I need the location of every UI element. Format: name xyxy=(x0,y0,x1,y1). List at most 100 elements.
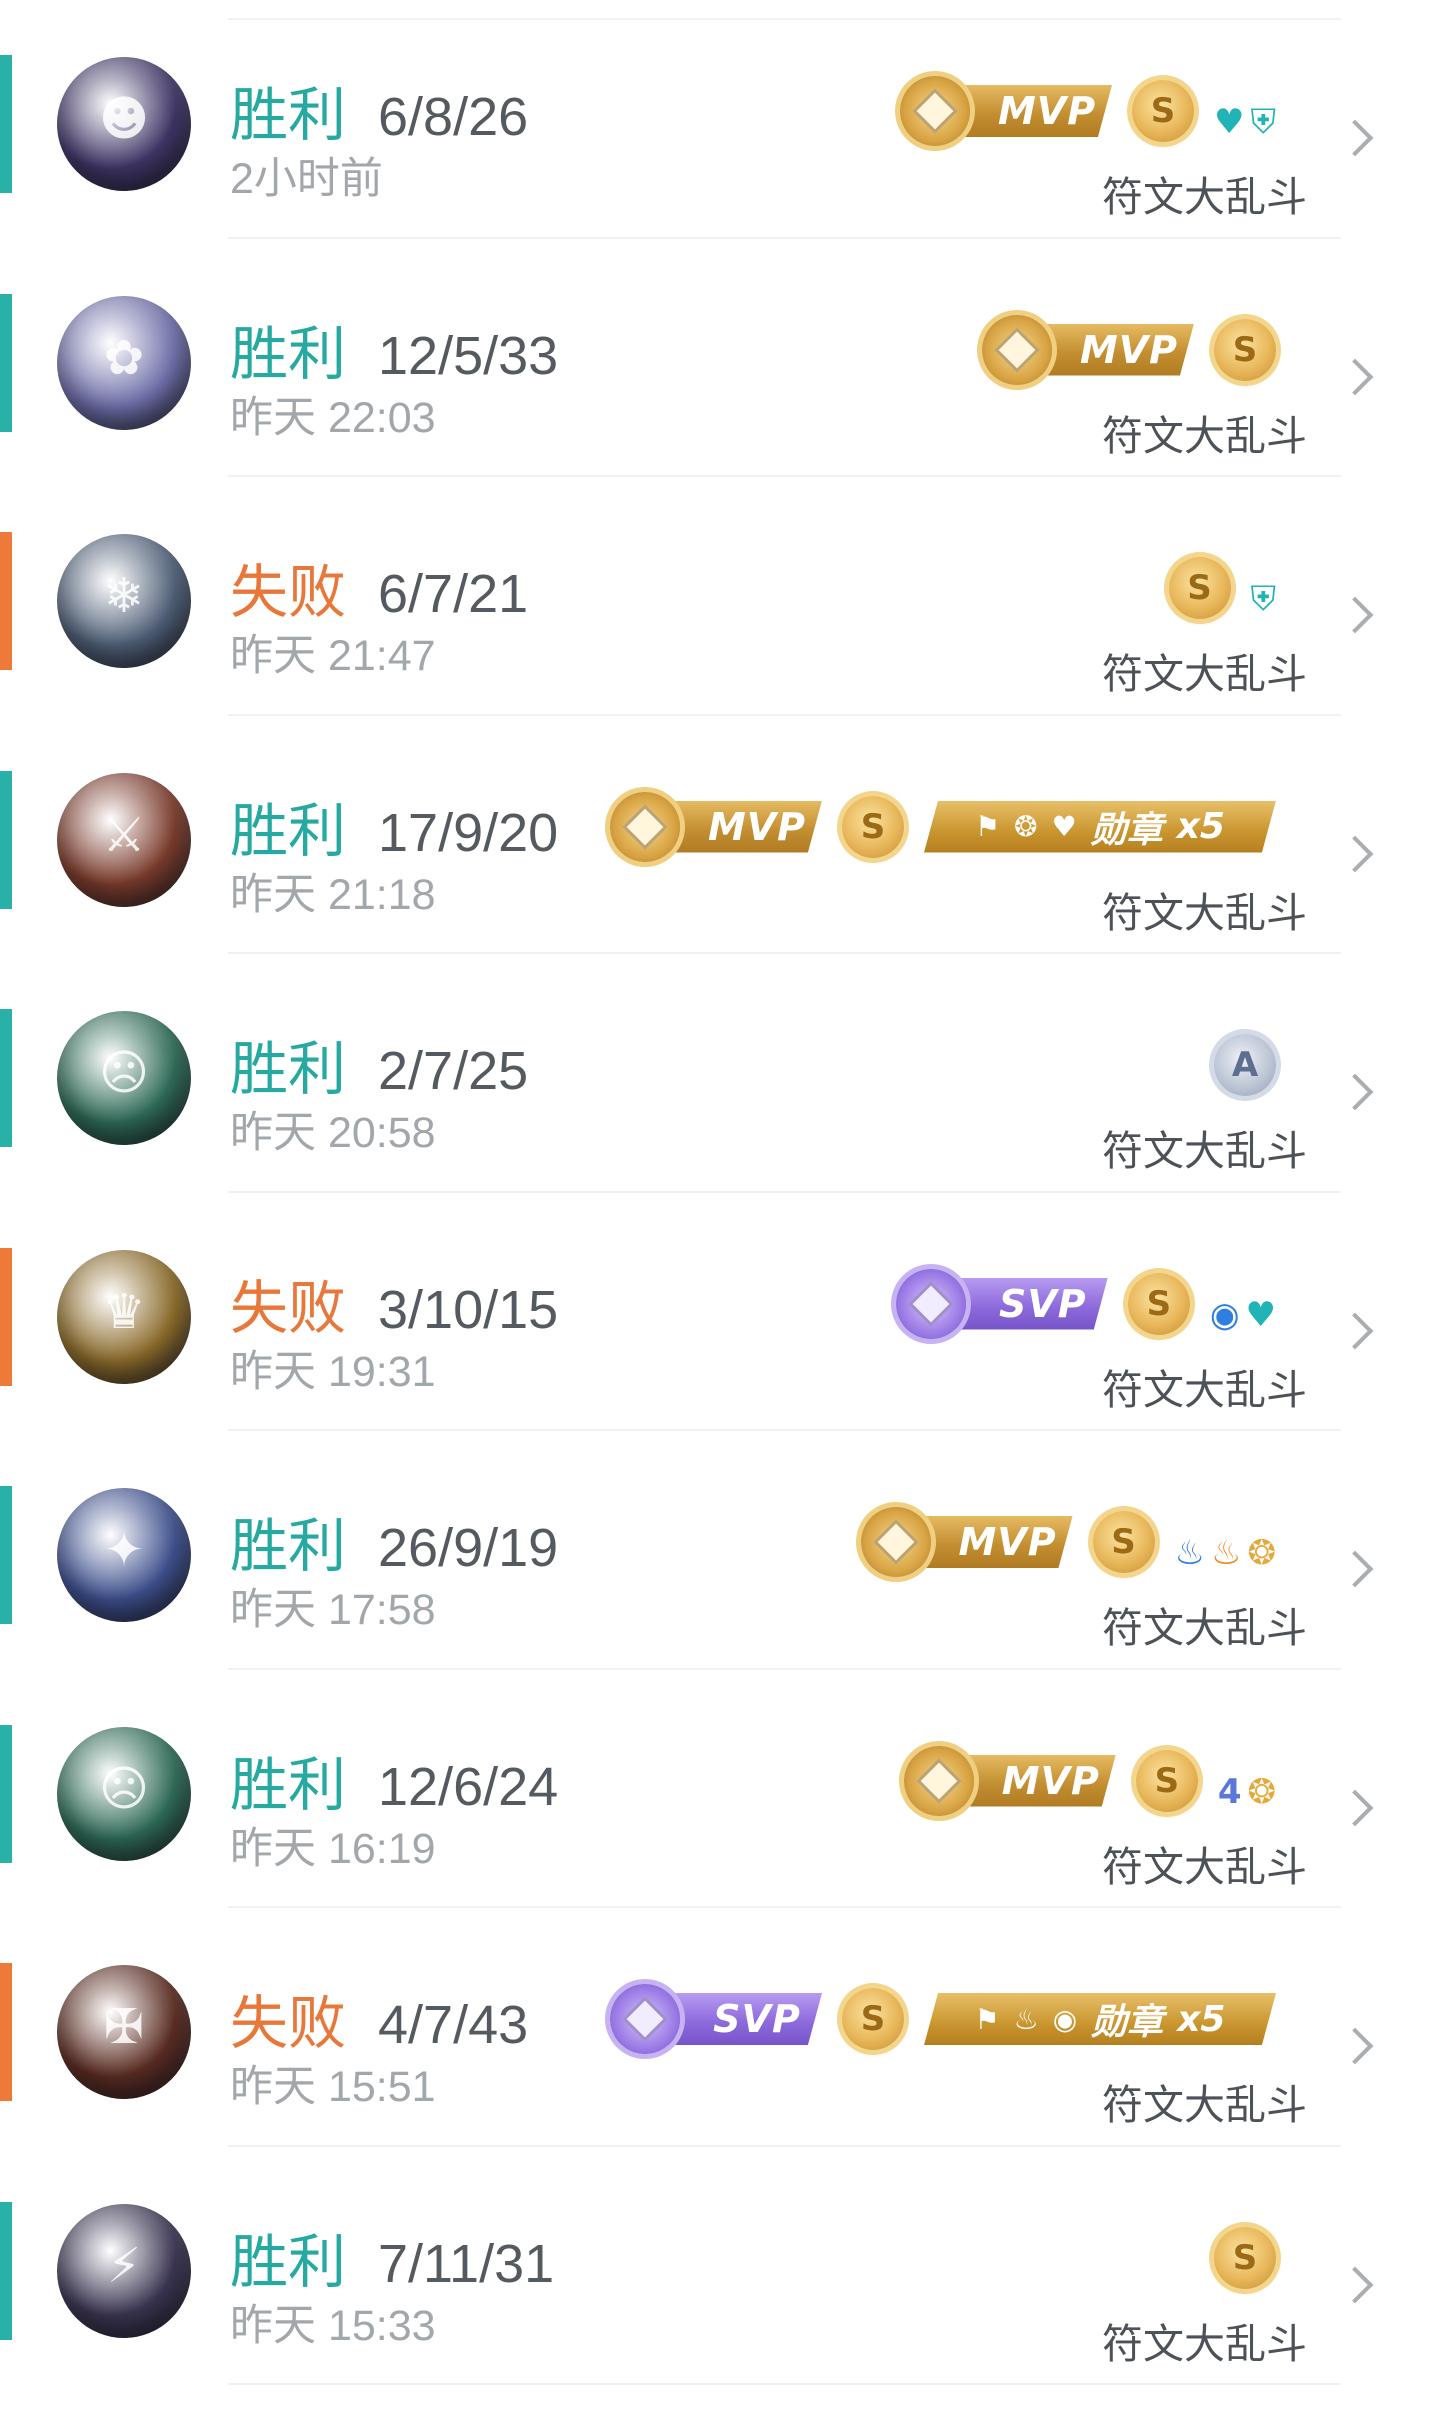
eye-icon: ◉ xyxy=(1052,2002,1078,2036)
match-time: 昨天 20:58 xyxy=(230,1109,436,1157)
svp-emblem-icon xyxy=(895,1268,966,1339)
chevron-right-icon[interactable] xyxy=(1336,2266,1374,2303)
match-result: 失败 xyxy=(230,558,347,626)
gold-coin-icon: S xyxy=(1168,557,1231,619)
gem-icon xyxy=(622,1996,668,2042)
gem-icon xyxy=(916,1757,962,1804)
heart-plus-icon: ♥ xyxy=(1051,810,1077,843)
kda-score: 7/11/31 xyxy=(378,2233,555,2294)
match-time: 昨天 16:19 xyxy=(230,1824,436,1873)
eye-icon: ◉ xyxy=(1209,1294,1240,1335)
gold-coin-icon: S xyxy=(1092,1511,1155,1573)
medal-badge: ⚑ ❂ ♥ 勋章 x5 xyxy=(924,800,1276,853)
champion-avatar[interactable]: ☹ xyxy=(57,1011,191,1145)
game-mode: 符文大乱斗 xyxy=(1102,650,1307,698)
result-indicator-bar xyxy=(0,1724,12,1863)
match-row[interactable]: ☻ 胜利 6/8/26 2小时前 MVP S ♥ ⛨ 符文大乱斗 xyxy=(0,0,1434,239)
champion-avatar[interactable]: ⚡ xyxy=(57,2203,191,2338)
match-result: 胜利 xyxy=(230,2227,347,2296)
mvp-emblem-icon xyxy=(900,76,971,146)
dark-goblin-champion-portrait: ☻ xyxy=(98,91,150,147)
match-row[interactable]: ⚔ 胜利 17/9/20 昨天 21:18 MVP S ⚑ ❂ ♥ 勋章 x5 符文大乱斗 xyxy=(0,716,1434,954)
match-row[interactable]: ⚡ 胜利 7/11/31 昨天 15:33 S 符文大乱斗 xyxy=(0,2147,1434,2385)
row-divider xyxy=(228,2383,1341,2385)
chevron-right-icon[interactable] xyxy=(1336,1073,1374,1111)
svp-emblem-icon xyxy=(610,1984,680,2054)
mvp-emblem-icon xyxy=(982,314,1052,385)
champion-avatar[interactable]: ♛ xyxy=(57,1249,191,1384)
chevron-right-icon[interactable] xyxy=(1336,119,1374,157)
jinx-champion-portrait: ✦ xyxy=(103,1522,145,1578)
kda-score: 6/8/26 xyxy=(378,87,529,147)
match-badges: MVP S xyxy=(982,309,1276,391)
result-indicator-bar xyxy=(0,1009,12,1147)
match-row[interactable]: ✿ 胜利 12/5/33 昨天 22:03 MVP S 符文大乱斗 xyxy=(0,239,1434,477)
chevron-right-icon[interactable] xyxy=(1336,1789,1374,1826)
match-row[interactable]: ☹ 胜利 12/6/24 昨天 16:19 MVP S 4 ❂ 符文大乱斗 xyxy=(0,1670,1434,1908)
shield-icon: ⛨ xyxy=(1250,579,1277,619)
kda-score: 12/5/33 xyxy=(378,325,559,386)
chevron-right-icon[interactable] xyxy=(1336,1312,1374,1349)
coins-icon: ❂ xyxy=(1014,810,1038,843)
coins-icon: ❂ xyxy=(1247,1533,1277,1573)
match-time: 2小时前 xyxy=(230,155,383,203)
gold-coin-icon: S xyxy=(1214,318,1276,381)
match-badges: S xyxy=(1214,2217,1276,2299)
svp-badge: SVP xyxy=(610,1984,822,2054)
match-result: 失败 xyxy=(230,1989,347,2057)
match-time: 昨天 22:03 xyxy=(230,393,436,442)
match-time: 昨天 15:33 xyxy=(230,2301,436,2350)
gem-icon xyxy=(908,1280,954,1327)
heart-plus-icon: ♥ xyxy=(1214,102,1245,142)
shield-icon: ⛨ xyxy=(1250,102,1277,142)
match-row[interactable]: ♛ 失败 3/10/15 昨天 19:31 SVP S ◉ ♥ 符文大乱斗 xyxy=(0,1193,1434,1431)
chevron-right-icon[interactable] xyxy=(1336,596,1374,634)
gem-icon xyxy=(994,326,1040,373)
mvp-emblem-icon xyxy=(610,791,680,862)
champion-avatar[interactable]: ✿ xyxy=(57,295,191,430)
chevron-right-icon[interactable] xyxy=(1336,2027,1374,2065)
medal-count: x5 xyxy=(1176,806,1225,847)
champion-avatar[interactable]: ✠ xyxy=(57,1965,191,2099)
achievement-icons: ♨ ♨ ❂ xyxy=(1175,1533,1276,1573)
result-indicator-bar xyxy=(0,1247,12,1386)
game-mode: 符文大乱斗 xyxy=(1102,1842,1307,1891)
mummy-champion-portrait: ☹ xyxy=(98,1045,150,1101)
match-result: 胜利 xyxy=(230,1750,347,1819)
kda-score: 3/10/15 xyxy=(378,1279,559,1340)
kda-score: 4/7/43 xyxy=(378,1995,529,2055)
chevron-right-icon[interactable] xyxy=(1336,835,1374,872)
chevron-right-icon[interactable] xyxy=(1336,358,1374,395)
mvp-emblem-icon xyxy=(860,1507,931,1577)
champion-avatar[interactable]: ☻ xyxy=(57,57,191,191)
match-badges: SVP S ◉ ♥ xyxy=(895,1263,1276,1345)
match-row[interactable]: ☹ 胜利 2/7/25 昨天 20:58 A 符文大乱斗 xyxy=(0,954,1434,1193)
match-row[interactable]: ❄ 失败 6/7/21 昨天 21:47 S ⛨ 符文大乱斗 xyxy=(0,477,1434,716)
champion-avatar[interactable]: ❄ xyxy=(57,534,191,668)
gem-icon xyxy=(912,88,958,134)
kda-score: 26/9/19 xyxy=(378,1518,559,1578)
champion-avatar[interactable]: ⚔ xyxy=(57,772,191,907)
champion-avatar[interactable]: ☹ xyxy=(57,1726,191,1861)
yasuo-champion-portrait: ⚡ xyxy=(107,2237,141,2294)
swain-champion-portrait: ✠ xyxy=(103,1999,145,2055)
flame-icon: ♨ xyxy=(1013,2002,1039,2036)
chevron-right-icon[interactable] xyxy=(1336,1550,1374,1588)
wolf-champion-portrait: ❄ xyxy=(103,568,145,624)
match-time: 昨天 21:47 xyxy=(230,632,436,680)
gold-coin-icon: S xyxy=(842,1988,904,2050)
flame-blue-icon: ♨ xyxy=(1174,1533,1206,1573)
golden-mummy-champion-portrait: ♛ xyxy=(102,1283,146,1340)
match-row[interactable]: ✠ 失败 4/7/43 昨天 15:51 SVP S ⚑ ♨ ◉ 勋章 x5 符文大乱斗 xyxy=(0,1908,1434,2147)
mvp-badge: MVP xyxy=(903,1745,1116,1816)
game-mode: 符文大乱斗 xyxy=(1102,888,1307,937)
quadra-kill-icon: 4 xyxy=(1217,1771,1242,1812)
match-row[interactable]: ✦ 胜利 26/9/19 昨天 17:58 MVP S ♨ ♨ ❂ 符文大乱斗 xyxy=(0,1431,1434,1670)
result-indicator-bar xyxy=(0,293,12,432)
champion-avatar[interactable]: ✦ xyxy=(57,1488,191,1622)
game-mode: 符文大乱斗 xyxy=(1102,2081,1307,2129)
gold-coin-icon: S xyxy=(842,795,904,858)
coins-icon: ❂ xyxy=(1247,1771,1277,1812)
game-mode: 符文大乱斗 xyxy=(1102,2319,1307,2368)
medal-count: x5 xyxy=(1177,1998,1226,2040)
